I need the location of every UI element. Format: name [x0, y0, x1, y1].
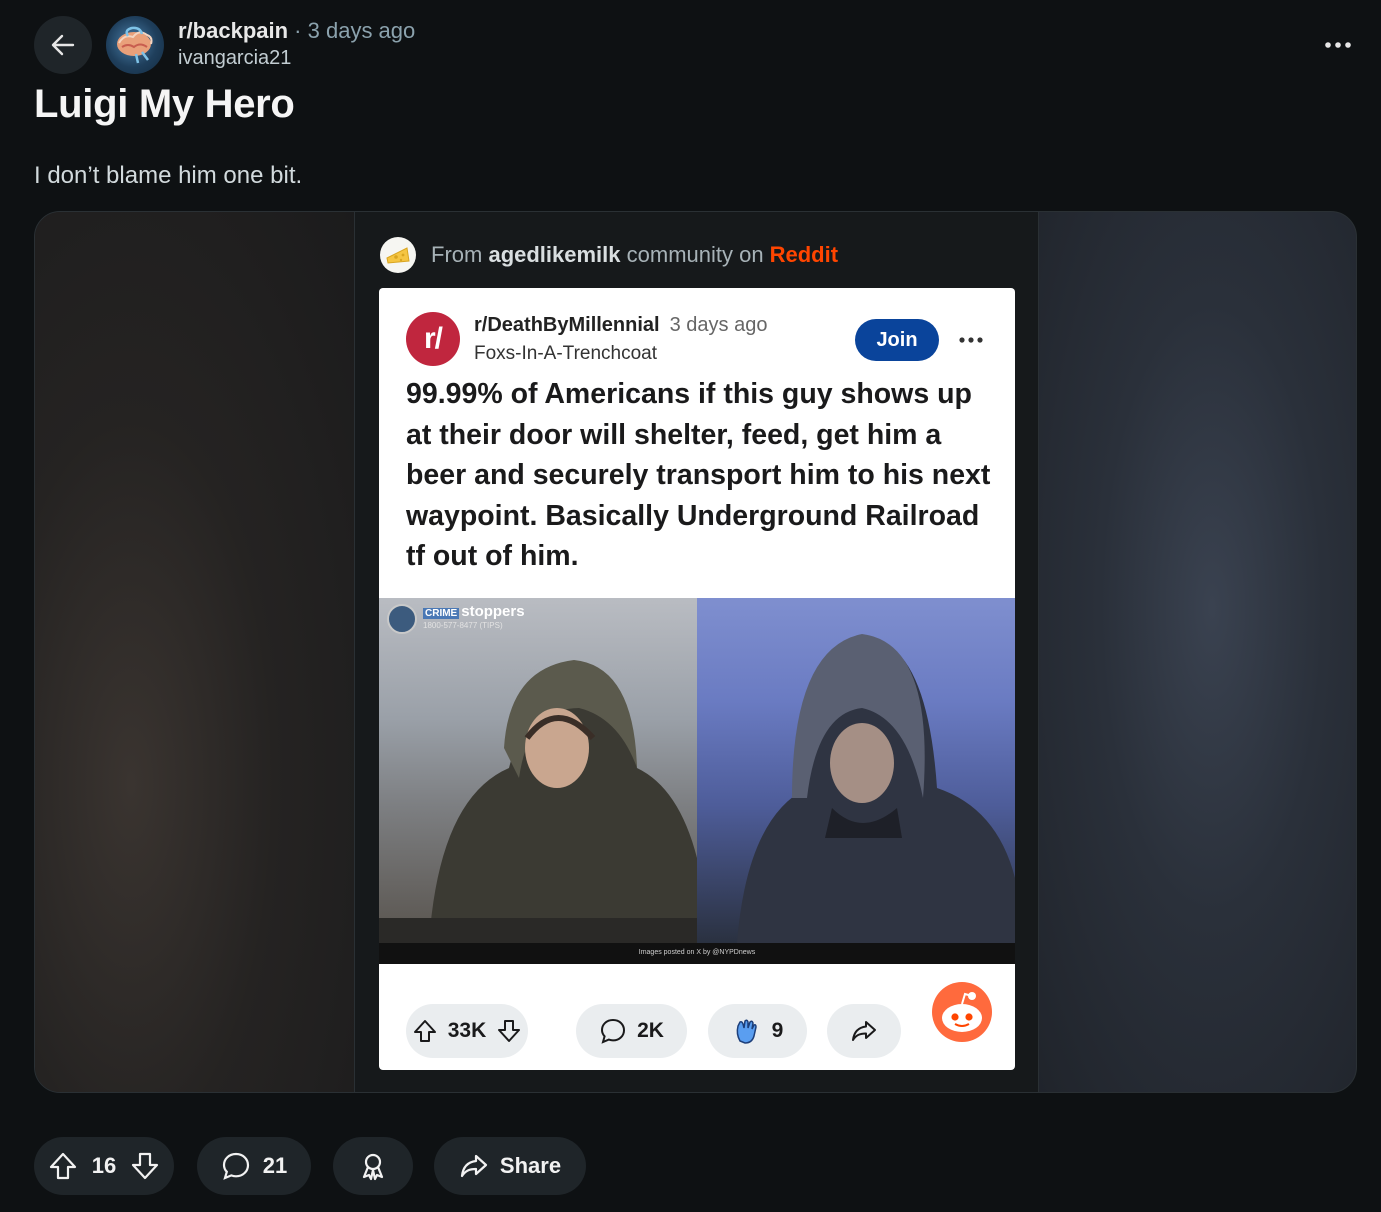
photo-left — [379, 598, 697, 943]
media-blur-right — [1036, 212, 1356, 1092]
post-author[interactable]: ivangarcia21 — [178, 45, 415, 71]
back-arrow-icon — [51, 34, 75, 56]
card-upvote-count: 33K — [447, 1019, 487, 1042]
upvote-icon[interactable] — [48, 1151, 78, 1181]
more-icon — [1325, 42, 1351, 48]
cheese-icon — [380, 237, 416, 273]
subreddit-name[interactable]: r/backpain — [178, 18, 288, 43]
embed-source: From agedlikemilk community on Reddit — [380, 236, 838, 274]
card-vote-pill: 33K — [406, 1004, 528, 1058]
crime-stoppers-title: stoppers — [461, 603, 525, 620]
source-platform[interactable]: Reddit — [770, 242, 838, 268]
award-button[interactable] — [333, 1137, 413, 1195]
card-join-button: Join — [855, 319, 939, 361]
card-comment-count: 2K — [637, 1019, 664, 1042]
vote-pill: 16 — [34, 1137, 174, 1195]
post-body: I don’t blame him one bit. — [34, 162, 303, 189]
card-author: Foxs-In-A-Trenchcoat — [474, 343, 658, 364]
card-subreddit-icon: r/ — [406, 312, 460, 366]
source-community[interactable]: agedlikemilk — [488, 242, 620, 268]
card-share-pill — [827, 1004, 901, 1058]
crime-stoppers-crime: CRIME — [423, 608, 460, 619]
card-award-count: 9 — [771, 1019, 784, 1042]
photos-caption: Images posted on X by @NYPDnews — [638, 949, 756, 956]
card-more-icon — [959, 337, 983, 343]
source-middle: community on — [626, 242, 764, 267]
meta-separator: · — [294, 18, 302, 43]
clap-award-icon — [736, 1019, 757, 1044]
vote-count: 16 — [91, 1153, 117, 1178]
share-label: Share — [499, 1153, 562, 1178]
snoo-icon — [932, 982, 992, 1042]
card-actions: 33K 2K 9 — [379, 964, 1015, 1070]
post-title: Luigi My Hero — [34, 82, 295, 126]
card-meta: r/DeathByMillennial 3 days ago Foxs-In-A-… — [474, 312, 767, 367]
comment-icon — [222, 1152, 249, 1180]
brain-icon — [117, 26, 153, 64]
comments-button[interactable]: 21 — [197, 1137, 311, 1195]
embedded-post-screenshot: From agedlikemilk community on Reddit r/ … — [354, 212, 1039, 1092]
downvote-icon — [498, 1020, 521, 1042]
media-blur-left — [35, 212, 355, 1092]
award-icon — [362, 1153, 384, 1181]
embedded-post-card: r/ r/DeathByMillennial 3 days ago Foxs-In… — [379, 288, 1015, 1070]
card-subreddit: r/DeathByMillennial — [474, 314, 660, 336]
card-title: 99.99% of Americans if this guy shows up… — [406, 378, 991, 572]
source-prefix: From — [431, 242, 483, 267]
post-media[interactable]: From agedlikemilk community on Reddit r/ … — [34, 211, 1357, 1093]
nypd-badge-icon — [387, 604, 417, 634]
post-header: r/backpain · 3 days ago ivangarcia21 — [34, 16, 1361, 74]
post-time: 3 days ago — [307, 18, 416, 43]
post-actions: 16 21 Share — [34, 1137, 634, 1195]
downvote-icon[interactable] — [130, 1151, 160, 1181]
comment-icon — [601, 1018, 626, 1044]
crime-stoppers-logo: CRIME stoppers 1800-577-8477 (TIPS) — [387, 604, 525, 634]
photo-right — [697, 598, 1015, 943]
share-icon — [460, 1154, 488, 1178]
surveillance-photos: CRIME stoppers 1800-577-8477 (TIPS) Image… — [379, 598, 1015, 964]
card-comment-pill: 2K — [576, 1004, 687, 1058]
subreddit-avatar[interactable] — [106, 16, 164, 74]
share-icon — [852, 1021, 876, 1041]
card-award-pill: 9 — [708, 1004, 807, 1058]
crime-stoppers-phone: 1800-577-8477 (TIPS) — [423, 621, 503, 630]
card-time: 3 days ago — [669, 314, 768, 336]
post-meta: r/backpain · 3 days ago ivangarcia21 — [178, 17, 415, 71]
more-options-button[interactable] — [1321, 28, 1355, 62]
back-button[interactable] — [34, 16, 92, 74]
share-button[interactable]: Share — [434, 1137, 586, 1195]
comment-count: 21 — [262, 1153, 288, 1178]
upvote-icon — [413, 1020, 436, 1042]
